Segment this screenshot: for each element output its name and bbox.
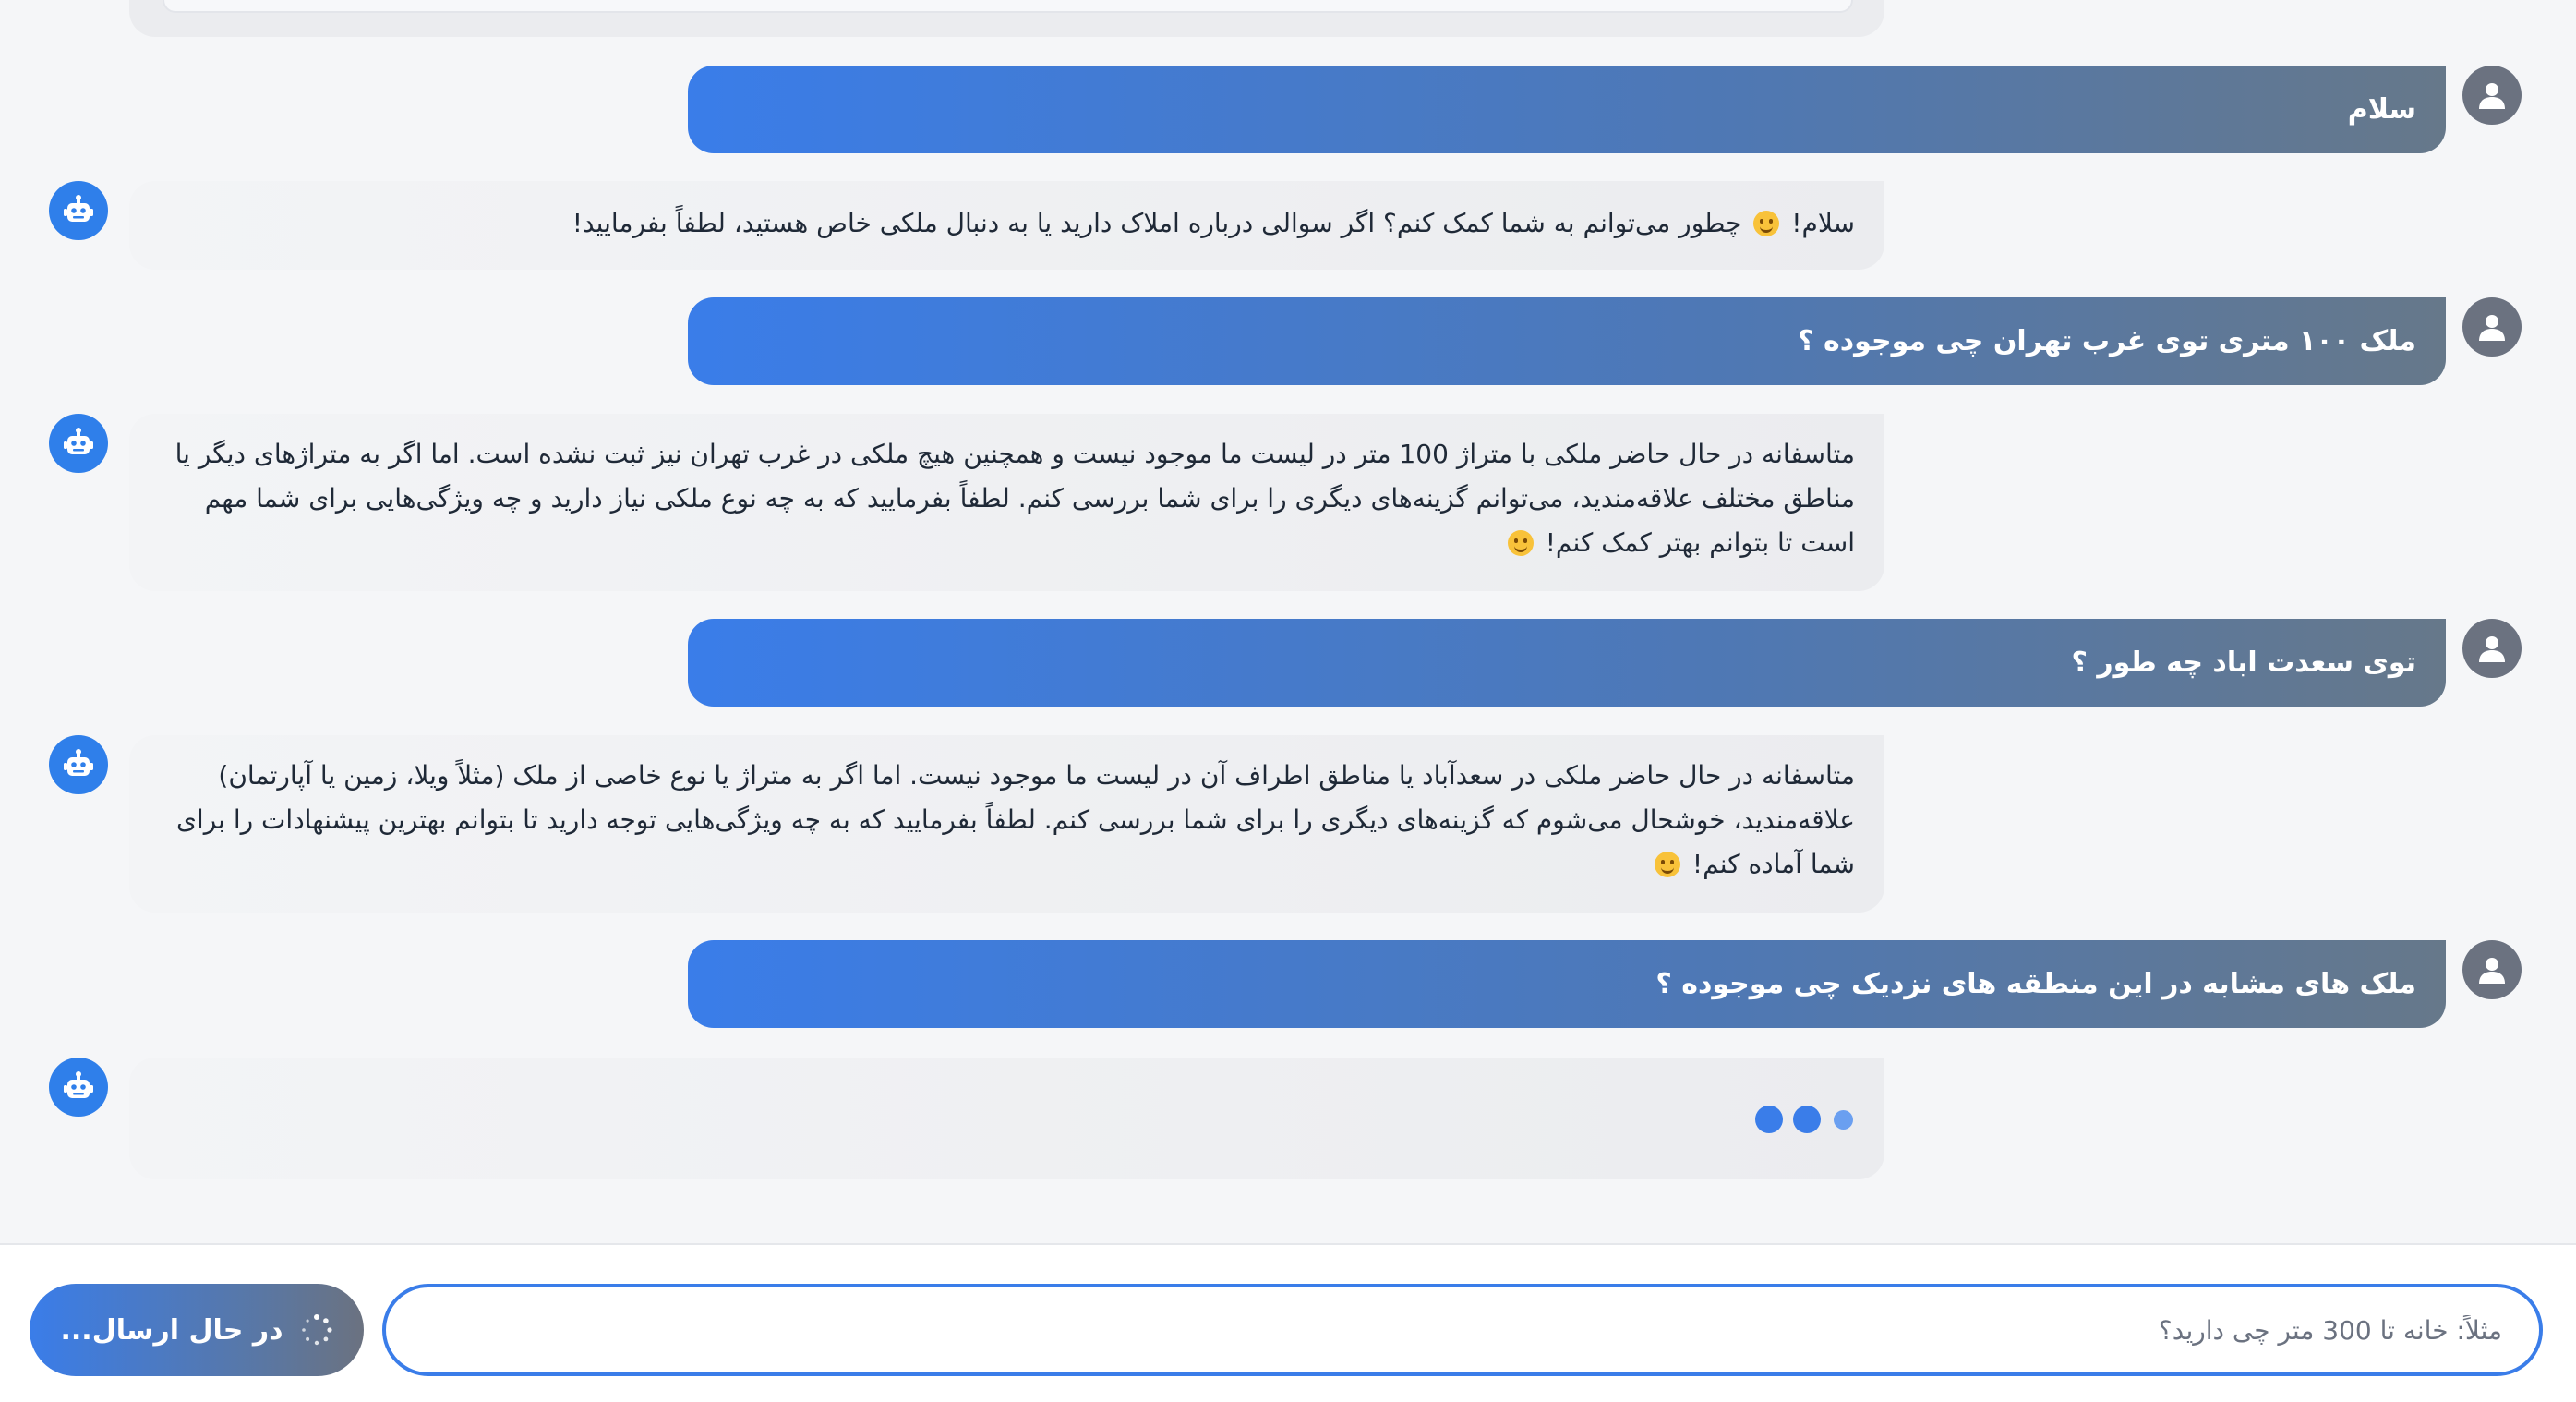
bot-avatar: [49, 735, 108, 794]
user-message-text: ملک ۱۰۰ متری توی غرب تهران چی موجوده ؟: [1798, 325, 2416, 357]
smiling-face-icon: [1655, 852, 1681, 877]
user-icon: [2479, 315, 2505, 341]
robot-icon: [64, 1071, 93, 1098]
bot-message: متاسفانه در حال حاضر ملکی با متراژ 100 م…: [129, 414, 1884, 591]
typing-dot: [1793, 1106, 1821, 1133]
bot-avatar: [49, 414, 108, 473]
user-icon: [2479, 958, 2505, 984]
typing-dot: [1755, 1106, 1783, 1133]
user-avatar: [2462, 619, 2522, 678]
user-message: ملک ۱۰۰ متری توی غرب تهران چی موجوده ؟: [688, 297, 2446, 385]
spinner-icon: [301, 1314, 332, 1346]
robot-icon: [64, 428, 93, 454]
bot-avatar: [49, 181, 108, 240]
user-icon: [2479, 83, 2505, 109]
user-message: سلام: [688, 66, 2446, 153]
robot-icon: [64, 749, 93, 776]
user-message-text: توی سعدت اباد چه طور ؟: [2071, 647, 2416, 679]
composer: در حال ارسال...: [0, 1243, 2576, 1402]
message-input[interactable]: [382, 1284, 2543, 1376]
user-avatar: [2462, 66, 2522, 125]
user-message: توی سعدت اباد چه طور ؟: [688, 619, 2446, 707]
user-avatar: [2462, 940, 2522, 999]
bot-message-text: متاسفانه در حال حاضر ملکی در سعدآباد یا …: [176, 760, 1855, 879]
bot-message: متاسفانه در حال حاضر ملکی در سعدآباد یا …: [129, 735, 1884, 913]
typing-indicator: [129, 1058, 1884, 1179]
bot-message: سلام! چطور می‌توانم به شما کمک کنم؟ اگر …: [129, 181, 1884, 270]
user-message: ملک های مشابه در این منطقه های نزدیک چی …: [688, 940, 2446, 1028]
user-avatar: [2462, 297, 2522, 357]
chat-thread: سلام سلام! چطور می‌توانم به شما کمک کنم؟…: [0, 0, 2576, 1243]
robot-icon: [64, 195, 93, 222]
user-icon: [2479, 636, 2505, 662]
send-button[interactable]: در حال ارسال...: [30, 1284, 364, 1376]
send-button-label: در حال ارسال...: [60, 1313, 283, 1347]
user-message-text: سلام: [2347, 93, 2416, 126]
typing-dot: [1834, 1110, 1853, 1130]
previous-message-card: [163, 0, 1853, 13]
smiling-face-icon: [1753, 211, 1780, 236]
bot-message-text: سلام! چطور می‌توانم به شما کمک کنم؟ اگر …: [572, 208, 1855, 238]
bot-avatar: [49, 1058, 108, 1117]
bot-message-text: متاسفانه در حال حاضر ملکی با متراژ 100 م…: [175, 439, 1855, 558]
smiling-face-icon: [1507, 530, 1534, 556]
user-message-text: ملک های مشابه در این منطقه های نزدیک چی …: [1655, 968, 2416, 1000]
previous-bot-message: [129, 0, 1884, 37]
